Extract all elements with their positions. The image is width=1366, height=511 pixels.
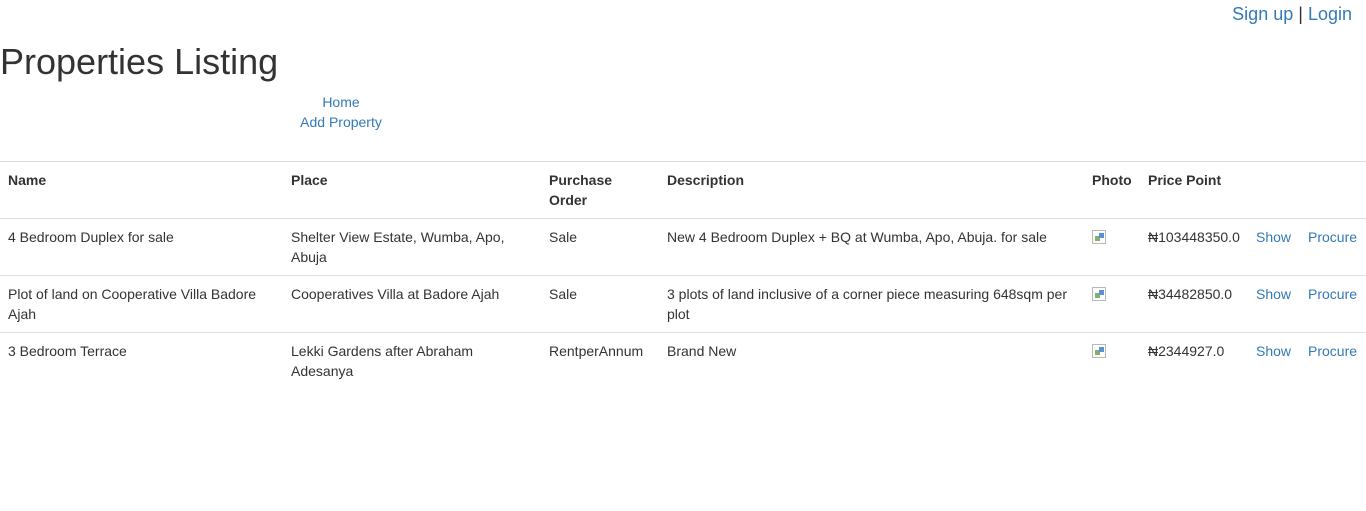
- cell-purchase-order: Sale: [541, 275, 659, 333]
- show-link[interactable]: Show: [1256, 286, 1291, 302]
- column-header-description: Description: [659, 161, 1084, 219]
- cell-price: ₦103448350.0: [1148, 229, 1240, 245]
- add-property-link[interactable]: Add Property: [281, 112, 401, 132]
- procure-link[interactable]: Procure: [1308, 229, 1357, 245]
- column-header-price-point: Price Point: [1140, 161, 1248, 219]
- column-header-photo: Photo: [1084, 161, 1140, 219]
- cell-photo: [1084, 275, 1140, 333]
- column-header-purchase-order: Purchase Order: [541, 161, 659, 219]
- broken-image-icon: [1092, 230, 1106, 244]
- page-title: Properties Listing: [0, 41, 279, 82]
- cell-price: ₦2344927.0: [1140, 332, 1248, 389]
- cell-purchase-order: Sale: [549, 229, 578, 245]
- cell-place: Lekki Gardens after Abraham Adesanya: [283, 332, 541, 389]
- cell-description: 3 plots of land inclusive of a corner pi…: [659, 275, 1084, 333]
- signup-link[interactable]: Sign up: [1232, 4, 1293, 24]
- cell-name: 3 Bedroom Terrace: [0, 332, 283, 389]
- cell-photo: [1084, 332, 1140, 389]
- nav-links: Home Add Property: [281, 92, 401, 132]
- auth-links: Sign up | Login: [1232, 4, 1352, 24]
- table-row: 4 Bedroom Duplex for sale Shelter View E…: [0, 219, 1366, 276]
- cell-photo: [1084, 219, 1140, 276]
- cell-description: New 4 Bedroom Duplex + BQ at Wumba, Apo,…: [667, 229, 1047, 245]
- show-link[interactable]: Show: [1256, 343, 1291, 359]
- home-link[interactable]: Home: [281, 92, 401, 112]
- cell-procure: Procure: [1300, 332, 1366, 389]
- cell-procure: Procure: [1300, 275, 1366, 333]
- cell-purchase-order: RentperAnnum: [541, 332, 659, 389]
- column-header-name: Name: [0, 161, 283, 219]
- cell-procure: Procure: [1300, 219, 1366, 276]
- cell-price: ₦34482850.0: [1140, 275, 1248, 333]
- column-header-place: Place: [283, 161, 541, 219]
- cell-place: Cooperatives Villa at Badore Ajah: [283, 275, 541, 333]
- table-row: 3 Bedroom Terrace Lekki Gardens after Ab…: [0, 332, 1366, 389]
- table-header-row: Name Place Purchase Order Description Ph…: [0, 161, 1366, 219]
- cell-name: Plot of land on Cooperative Villa Badore…: [0, 275, 283, 333]
- procure-link[interactable]: Procure: [1308, 286, 1357, 302]
- properties-table: Name Place Purchase Order Description Ph…: [0, 161, 1366, 389]
- login-link[interactable]: Login: [1308, 4, 1352, 24]
- table-row: Plot of land on Cooperative Villa Badore…: [0, 275, 1366, 333]
- cell-description: Brand New: [659, 332, 1084, 389]
- cell-name: 4 Bedroom Duplex for sale: [8, 229, 174, 245]
- broken-image-icon: [1092, 287, 1106, 301]
- column-header-show: [1248, 161, 1300, 219]
- show-link[interactable]: Show: [1256, 229, 1291, 245]
- cell-show: Show: [1248, 219, 1300, 276]
- cell-place: Shelter View Estate, Wumba, Apo, Abuja: [291, 229, 505, 265]
- column-header-procure: [1300, 161, 1366, 219]
- cell-show: Show: [1248, 275, 1300, 333]
- auth-separator: |: [1298, 4, 1303, 24]
- procure-link[interactable]: Procure: [1308, 343, 1357, 359]
- cell-show: Show: [1248, 332, 1300, 389]
- broken-image-icon: [1092, 344, 1106, 358]
